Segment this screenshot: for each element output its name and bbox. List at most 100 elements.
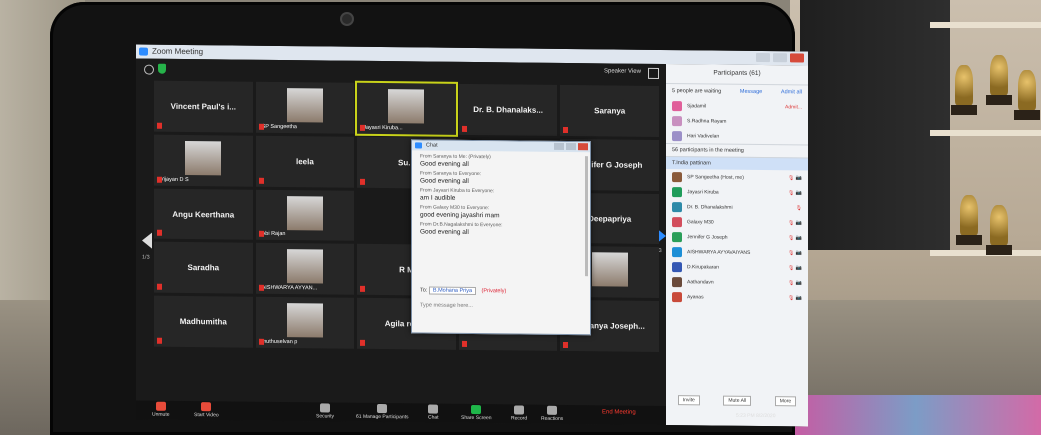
invite-button[interactable]: Invite: [677, 395, 700, 406]
participant-row[interactable]: S.Radhna Rayam: [666, 113, 808, 129]
chat-to-label: To:: [420, 287, 428, 294]
close-button[interactable]: [790, 53, 804, 63]
security-button[interactable]: Security: [316, 403, 334, 420]
chat-button[interactable]: Chat: [428, 404, 439, 421]
video-tile[interactable]: SP Sangeetha: [255, 81, 355, 134]
info-icon[interactable]: [144, 64, 154, 75]
fullscreen-icon[interactable]: [648, 67, 659, 79]
zoom-screen: Zoom Meeting Speaker View 1/3 1/3 Vincen…: [136, 44, 808, 427]
participant-video-image: [388, 89, 425, 124]
participants-count: 61: [356, 413, 362, 420]
tray-time: 5:23 PM: [736, 412, 755, 419]
participant-name: Vincent Paul's i...: [170, 101, 236, 112]
chat-message: From Saranya to Everyone: Good evening al…: [412, 167, 590, 186]
share-screen-button[interactable]: Share Screen: [461, 404, 492, 421]
chat-message: From Jayasri Kiruba to Everyone: am I aud…: [412, 184, 590, 203]
participants-icon: [377, 404, 388, 414]
mute-all-button[interactable]: Mute All: [723, 395, 752, 406]
participant-name: Abi Rajan: [261, 231, 286, 238]
maximize-button[interactable]: [773, 53, 787, 63]
video-tile[interactable]: Angu Keerthana: [154, 188, 253, 241]
avatar: [672, 246, 682, 257]
participant-row-name: Sjadamil: [687, 102, 707, 109]
video-tile[interactable]: muthuselvan p: [255, 297, 355, 349]
admit-all-button[interactable]: Admit all: [781, 89, 802, 95]
video-tile[interactable]: Vijayan D S: [154, 134, 253, 187]
participant-row-name: Galaxy M30: [687, 218, 714, 226]
chat-scrollbar[interactable]: [585, 156, 588, 277]
trophy: [986, 55, 1012, 105]
video-tile[interactable]: Madhumitha: [154, 295, 253, 348]
prev-page-arrow-icon[interactable]: [142, 232, 152, 249]
mic-muted-icon: [461, 341, 467, 348]
video-tile[interactable]: Jayasri Kiruba...: [355, 80, 458, 137]
mic-muted-icon: [563, 126, 569, 133]
start-video-label: Start Video: [194, 412, 219, 419]
record-label: Record: [511, 415, 528, 422]
participant-row[interactable]: SP Sangeetha (Host, me) 🎙 📷: [666, 169, 808, 185]
participant-row[interactable]: Jayasri Kiruba 🎙 📷: [666, 184, 808, 200]
participant-row[interactable]: D.Kirupakaran 🎙 📷: [666, 259, 808, 275]
participant-row[interactable]: Aathandavn 🎙 📷: [666, 274, 808, 290]
message-button[interactable]: Message: [740, 89, 762, 95]
video-tile[interactable]: Saranya: [560, 84, 659, 137]
mic-muted-icon: [157, 176, 162, 183]
avatar: [672, 201, 682, 212]
chat-message-text: Good evening all: [420, 228, 469, 236]
end-meeting-button[interactable]: End Meeting: [602, 409, 636, 415]
avatar: [672, 130, 682, 141]
chat-window: Chat From Saranya to Me: (Privately) Good…: [411, 139, 591, 336]
speaker-view-button[interactable]: Speaker View: [604, 68, 641, 74]
chat-close-button[interactable]: [578, 143, 588, 151]
participant-video-image: [286, 195, 323, 231]
participant-list: SP Sangeetha (Host, me) 🎙 📷 Jayasri Kiruba…: [666, 169, 808, 305]
participant-name: leela: [295, 156, 314, 167]
participant-row-name: Jennifer G Joseph: [687, 233, 728, 241]
chat-maximize-button[interactable]: [566, 142, 576, 151]
video-tile[interactable]: Dr. B. Dhanalaks...: [458, 83, 558, 136]
unmute-label: Unmute: [152, 411, 170, 418]
participant-name: Jayasri Kiruba...: [363, 124, 403, 132]
mic-muted-icon: [360, 124, 366, 131]
avatar: [672, 276, 682, 287]
unmute-button[interactable]: Unmute: [152, 401, 170, 418]
more-button[interactable]: More: [774, 396, 797, 407]
participant-status-icons: 🎙 📷: [788, 279, 802, 286]
start-video-button[interactable]: Start Video: [194, 402, 219, 418]
video-tile[interactable]: Saradha: [154, 242, 253, 295]
mic-muted-icon: [461, 125, 467, 132]
trophy: [951, 65, 977, 115]
video-tile[interactable]: AISHWARYA AYYAN...: [255, 243, 355, 296]
chat-title: Chat: [426, 142, 438, 149]
participant-status-icons: 🎙 📷: [788, 189, 802, 196]
chat-recipient-select[interactable]: B.Mohana Priya: [428, 286, 477, 296]
shield-icon[interactable]: [158, 63, 166, 74]
participant-status-icons: 🎙 📷: [788, 294, 802, 301]
mic-muted-icon: [258, 338, 264, 345]
participant-row[interactable]: Galaxy M30 🎙 📷: [666, 214, 808, 230]
participant-name: muthuselvan p: [261, 338, 298, 346]
record-button[interactable]: Record: [511, 405, 528, 422]
video-tile[interactable]: leela: [255, 135, 355, 188]
participant-video-image: [286, 303, 323, 338]
shelf: [930, 22, 1041, 28]
video-tile[interactable]: Abi Rajan: [255, 189, 355, 242]
participant-video-image: [591, 252, 628, 288]
participant-row[interactable]: Jennifer G Joseph 🎙 📷: [666, 229, 808, 245]
reactions-button[interactable]: Reactions: [541, 405, 563, 422]
participant-row[interactable]: Dr. B. Dhanalakshmi 🎙: [666, 199, 808, 215]
participant-row[interactable]: Hari Vadivelan: [666, 128, 808, 144]
minimize-button[interactable]: [756, 52, 770, 63]
participant-name: Deepapriya: [588, 213, 632, 224]
participant-row[interactable]: Sjadamil Admit...: [666, 98, 808, 114]
chat-message-input[interactable]: Type message here...: [420, 302, 473, 309]
manage-participants-button[interactable]: 61 Manage Participants: [356, 404, 409, 420]
mic-muted-icon: [157, 230, 162, 237]
share-screen-icon: [471, 404, 482, 415]
mic-muted-icon: [360, 178, 366, 185]
participant-row[interactable]: Ayanas 🎙 📷: [666, 289, 808, 305]
participant-row[interactable]: AISHWARYA AYYAVAIYANS 🎙 📷: [666, 244, 808, 260]
chat-minimize-button[interactable]: [554, 142, 564, 150]
avatar: [672, 231, 682, 242]
video-tile[interactable]: Vincent Paul's i...: [154, 80, 253, 133]
